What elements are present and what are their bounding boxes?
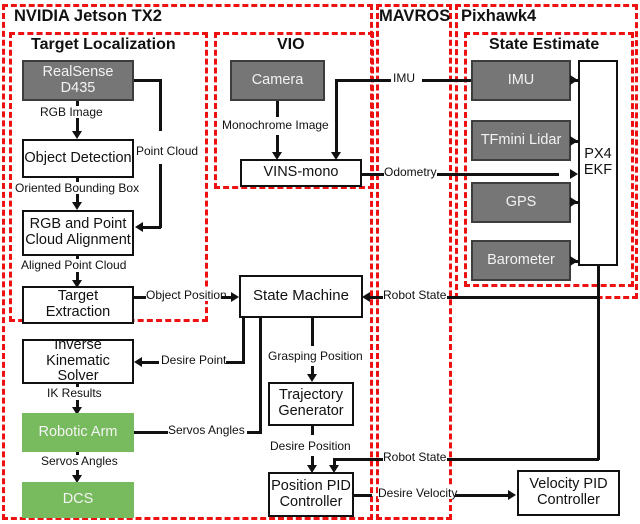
edge-label-imu: IMU	[393, 71, 415, 85]
node-tfmini-lidar[interactable]: TFmini Lidar	[471, 120, 571, 161]
edge-point-cloud-v	[159, 79, 162, 131]
node-camera[interactable]: Camera	[230, 60, 325, 101]
edge-imu-to-vins-v	[335, 79, 338, 153]
arrowhead-alignment-in-right	[135, 222, 143, 232]
node-velocity-pid-controller[interactable]: Velocity PID Controller	[517, 470, 620, 516]
edge-camera-to-vins	[276, 101, 279, 117]
container-label-target-localization: Target Localization	[31, 36, 176, 53]
node-robotic-arm[interactable]: Robotic Arm	[22, 413, 134, 452]
arrowhead-object-detection-in	[72, 131, 82, 139]
edge-label-desire-position: Desire Position	[270, 439, 351, 453]
edge-label-desire-velocity: Desire Velocity	[378, 486, 458, 500]
edge-imu-from-sensor-h	[422, 79, 477, 82]
edge-desire-point-h1	[142, 361, 159, 364]
arrowhead-ekf-in-lidar	[570, 136, 578, 146]
edge-label-servos-angles-dcs: Servos Angles	[41, 454, 118, 468]
arrowhead-trajectory-in	[307, 374, 317, 382]
edge-imu-to-vins-h	[335, 79, 391, 82]
edge-label-odometry: Odometry	[384, 165, 437, 179]
edge-label-ik-results: IK Results	[47, 386, 102, 400]
edge-odometry-h2	[437, 173, 559, 176]
container-label-state-estimate: State Estimate	[489, 36, 600, 53]
edge-label-aligned-point-cloud: Aligned Point Cloud	[21, 258, 127, 272]
node-gps[interactable]: GPS	[471, 182, 571, 223]
edge-realsense-to-object-detection-b	[76, 118, 79, 132]
arrowhead-state-machine-in-left	[231, 292, 239, 302]
edge-point-cloud-v2	[159, 164, 162, 228]
arrowhead-alignment-in-top	[72, 202, 82, 210]
edge-camera-to-vins-b	[276, 135, 279, 153]
arrowhead-ekf-in-imu	[570, 75, 578, 85]
system-architecture-diagram: NVIDIA Jetson TX2 Target Localization VI…	[0, 0, 640, 524]
node-inverse-kinematic-solver[interactable]: Inverse Kinematic Solver	[22, 337, 134, 384]
arrowhead-velocity-pid-in	[508, 490, 516, 500]
container-label-pixhawk4: Pixhawk4	[461, 7, 537, 25]
arrowhead-state-machine-in-right	[362, 292, 370, 302]
node-trajectory-generator[interactable]: Trajectory Generator	[268, 382, 354, 426]
edge-label-robot-state-bottom: Robot State	[383, 450, 447, 464]
edge-odometry-h1	[362, 173, 385, 176]
edge-servos-angles-h1	[134, 431, 168, 434]
node-barometer[interactable]: Barometer	[471, 240, 571, 281]
edge-robot-state-bottom-v	[597, 296, 600, 460]
edge-point-cloud-h2	[143, 226, 161, 229]
node-px4-ekf[interactable]: PX4 EKF	[578, 60, 618, 266]
node-object-detection[interactable]: Object Detection	[22, 139, 134, 178]
edge-robot-state-bottom-h3	[333, 458, 377, 461]
node-position-pid-controller[interactable]: Position PID Controller	[268, 472, 354, 517]
edge-label-servos-angles-arm: Servos Angles	[168, 423, 245, 437]
node-imu[interactable]: IMU	[471, 60, 571, 101]
edge-label-monochrome-image: Monochrome Image	[222, 118, 329, 132]
edge-label-oriented-bounding-box: Oriented Bounding Box	[15, 181, 140, 195]
container-label-jetson: NVIDIA Jetson TX2	[14, 7, 162, 25]
edge-label-desire-point: Desire Point	[161, 353, 227, 367]
arrowhead-ekf-in-barometer	[570, 256, 578, 266]
node-realsense-d435[interactable]: RealSense D435	[22, 60, 134, 101]
node-dcs[interactable]: DCS	[22, 482, 134, 518]
edge-label-object-position: Object Position	[146, 288, 227, 302]
arrowhead-ekf-in-odometry	[570, 169, 578, 179]
edge-robot-state-top-h2	[447, 296, 599, 299]
arrowhead-ekf-in-gps	[570, 197, 578, 207]
edge-desire-velocity-h1	[354, 494, 372, 497]
container-label-mavros: MAVROS	[379, 7, 451, 25]
node-rgb-point-cloud-alignment[interactable]: RGB and Point Cloud Alignment	[22, 210, 134, 256]
edge-label-point-cloud: Point Cloud	[136, 144, 199, 158]
edge-robot-state-bottom-h2	[447, 458, 599, 461]
edge-robot-state-top-v	[597, 265, 600, 298]
edge-servos-angles-v	[259, 318, 262, 433]
arrowhead-vins-in-right	[331, 152, 341, 160]
edge-label-robot-state-top: Robot State	[383, 288, 447, 302]
edge-trajectory-to-position-pid	[311, 426, 314, 435]
arrowhead-ik-in-right	[134, 357, 142, 367]
edge-state-machine-to-trajectory	[311, 318, 314, 346]
edge-label-grasping-position: Grasping Position	[268, 349, 363, 363]
node-vins-mono[interactable]: VINS-mono	[240, 159, 362, 187]
container-label-vio: VIO	[277, 36, 305, 53]
node-target-extraction[interactable]: Target Extraction	[22, 286, 134, 324]
node-state-machine[interactable]: State Machine	[239, 275, 363, 318]
edge-desire-velocity-h2	[455, 494, 512, 497]
arrowhead-position-pid-in-right	[329, 465, 339, 473]
edge-point-cloud-h1	[134, 79, 161, 82]
edge-label-rgb-image: RGB Image	[40, 105, 103, 119]
